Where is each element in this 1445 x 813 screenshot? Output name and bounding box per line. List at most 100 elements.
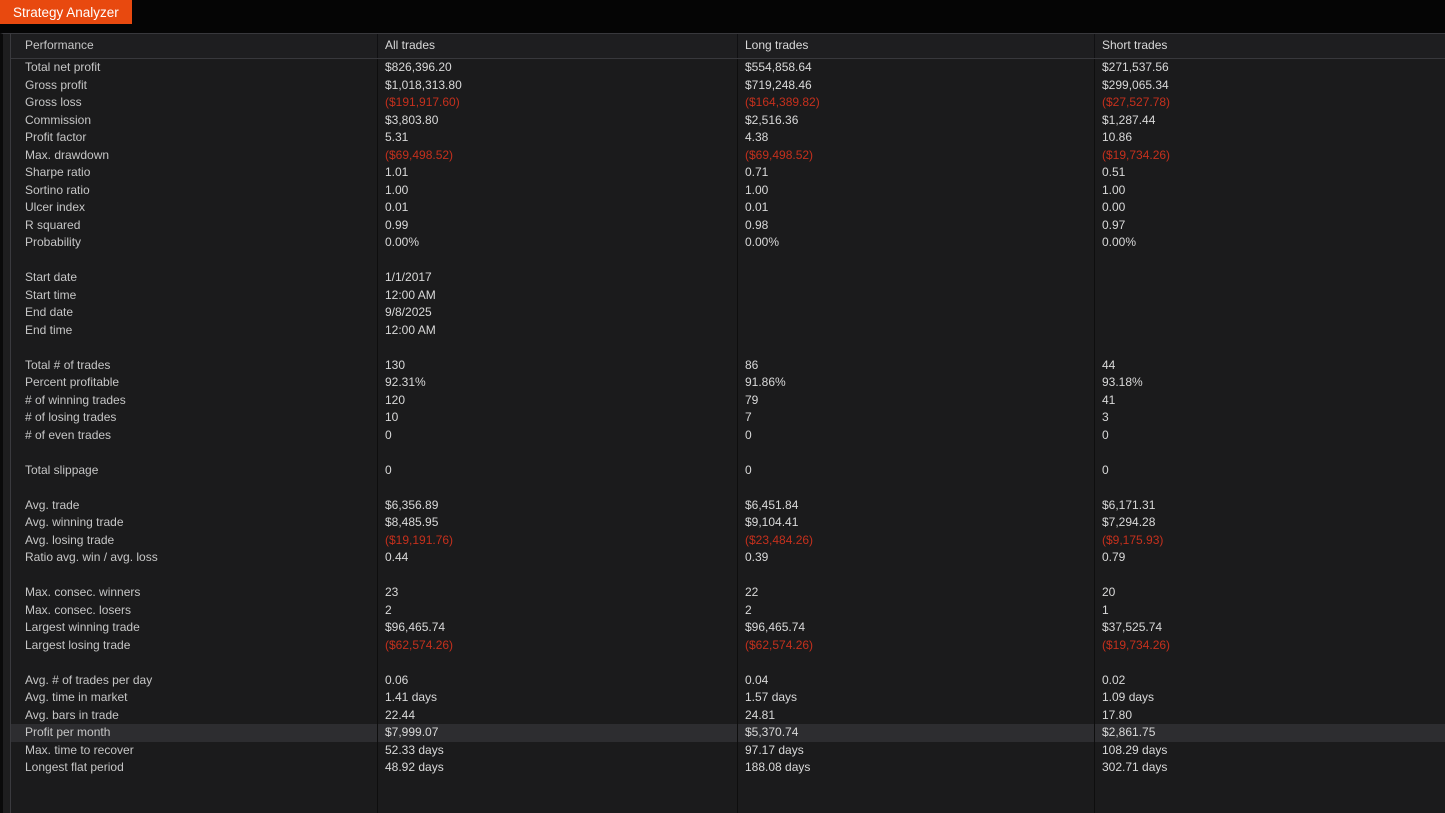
row-label: Start date bbox=[25, 270, 77, 284]
cell-all-trades-value: 12:00 AM bbox=[385, 323, 436, 337]
table-row[interactable]: Start time12:00 AM bbox=[11, 287, 1445, 305]
table-row[interactable]: Gross loss($191,917.60)($164,389.82)($27… bbox=[11, 94, 1445, 112]
row-label: Probability bbox=[25, 235, 81, 249]
cell-long-trades-value: $5,370.74 bbox=[745, 725, 798, 739]
table-row[interactable]: Avg. winning trade$8,485.95$9,104.41$7,2… bbox=[11, 514, 1445, 532]
cell-short-trades-value: ($27,527.78) bbox=[1102, 95, 1170, 109]
cell-all-trades-value: $826,396.20 bbox=[385, 60, 452, 74]
table-row[interactable]: End time 12:00 AM bbox=[11, 322, 1445, 340]
cell-long-trades-value: 24.81 bbox=[745, 708, 775, 722]
cell-short-trades-value: ($19,734.26) bbox=[1102, 148, 1170, 162]
table-row[interactable]: Sortino ratio1.001.001.00 bbox=[11, 182, 1445, 200]
cell-all-trades-value: 22.44 bbox=[385, 708, 415, 722]
cell-all-trades-value: 1.00 bbox=[385, 183, 408, 197]
table-row[interactable]: Max. drawdown($69,498.52)($69,498.52)($1… bbox=[11, 147, 1445, 165]
cell-short-trades-value: 3 bbox=[1102, 410, 1109, 424]
cell-all-trades-value: 0.01 bbox=[385, 200, 408, 214]
table-row[interactable]: Profit per month$7,999.07$5,370.74$2,861… bbox=[11, 724, 1445, 742]
row-label: # of even trades bbox=[25, 428, 111, 442]
cell-all-trades-value: 10 bbox=[385, 410, 398, 424]
tab-strategy-analyzer[interactable]: Strategy Analyzer bbox=[0, 0, 132, 24]
table-row[interactable]: Max. consec. losers221 bbox=[11, 602, 1445, 620]
table-row[interactable]: Start date 1/1/2017 bbox=[11, 269, 1445, 287]
cell-short-trades-value: $299,065.34 bbox=[1102, 78, 1169, 92]
row-label: Total net profit bbox=[25, 60, 100, 74]
cell-short-trades-value: $37,525.74 bbox=[1102, 620, 1162, 634]
table-row[interactable]: Sharpe ratio1.010.710.51 bbox=[11, 164, 1445, 182]
table-row[interactable]: # of losing trades 10 7 3 bbox=[11, 409, 1445, 427]
cell-short-trades-value: 10.86 bbox=[1102, 130, 1132, 144]
cell-long-trades-value: 1.00 bbox=[745, 183, 768, 197]
table-row[interactable]: Gross profit$1,018,313.80$719,248.46$299… bbox=[11, 77, 1445, 95]
row-label: R squared bbox=[25, 218, 80, 232]
row-label: Sharpe ratio bbox=[25, 165, 90, 179]
table-row[interactable]: Ulcer index0.010.010.00 bbox=[11, 199, 1445, 217]
window-tab-bar: Strategy Analyzer bbox=[0, 0, 1445, 24]
table-row[interactable]: Probability0.00%0.00%0.00% bbox=[11, 234, 1445, 252]
cell-all-trades-value: $96,465.74 bbox=[385, 620, 445, 634]
row-label: Ratio avg. win / avg. loss bbox=[25, 550, 158, 564]
cell-long-trades-value: $96,465.74 bbox=[745, 620, 805, 634]
table-row[interactable]: Avg. # of trades per day0.060.040.02 bbox=[11, 672, 1445, 690]
row-label: Total # of trades bbox=[25, 358, 110, 372]
table-row[interactable]: Largest winning trade$96,465.74$96,465.7… bbox=[11, 619, 1445, 637]
cell-long-trades-value: 91.86% bbox=[745, 375, 786, 389]
cell-short-trades-value: 1.09 days bbox=[1102, 690, 1154, 704]
row-label: End time bbox=[25, 323, 72, 337]
table-row[interactable]: Total slippage000 bbox=[11, 462, 1445, 480]
row-label: Ulcer index bbox=[25, 200, 85, 214]
cell-long-trades-value: 0 bbox=[745, 428, 752, 442]
cell-short-trades-value: 0 bbox=[1102, 463, 1109, 477]
performance-table: Performance All trades Long trades Short… bbox=[10, 33, 1445, 813]
table-row[interactable]: # of even trades000 bbox=[11, 427, 1445, 445]
cell-long-trades-value: 79 bbox=[745, 393, 758, 407]
header-long-trades[interactable]: Long trades bbox=[737, 34, 1094, 58]
table-row[interactable]: Ratio avg. win / avg. loss0.440.390.79 bbox=[11, 549, 1445, 567]
table-row[interactable]: Total # of trades1308644 bbox=[11, 357, 1445, 375]
table-row[interactable]: Largest losing trade($62,574.26)($62,574… bbox=[11, 637, 1445, 655]
cell-short-trades-value: 1.00 bbox=[1102, 183, 1125, 197]
cell-all-trades-value: ($62,574.26) bbox=[385, 638, 453, 652]
table-row[interactable]: Avg. time in market1.41 days1.57 days1.0… bbox=[11, 689, 1445, 707]
table-row[interactable]: Profit factor5.314.3810.86 bbox=[11, 129, 1445, 147]
header-all-trades[interactable]: All trades bbox=[377, 34, 737, 58]
cell-long-trades-value: 7 bbox=[745, 410, 752, 424]
table-row[interactable]: Avg. bars in trade22.4424.8117.80 bbox=[11, 707, 1445, 725]
row-label: # of losing trades bbox=[25, 410, 116, 424]
table-row[interactable]: Max. time to recover52.33 days97.17 days… bbox=[11, 742, 1445, 760]
table-row[interactable]: Max. consec. winners232220 bbox=[11, 584, 1445, 602]
cell-all-trades-value: 1.41 days bbox=[385, 690, 437, 704]
table-row[interactable]: Longest flat period48.92 days188.08 days… bbox=[11, 759, 1445, 777]
cell-all-trades-value: 1/1/2017 bbox=[385, 270, 432, 284]
table-header-row: Performance All trades Long trades Short… bbox=[11, 33, 1445, 59]
table-row[interactable]: End date9/8/2025 bbox=[11, 304, 1445, 322]
cell-short-trades-value: 0.00% bbox=[1102, 235, 1136, 249]
table-row[interactable]: Percent profitable92.31%91.86%93.18% bbox=[11, 374, 1445, 392]
table-row[interactable]: Total net profit$826,396.20$554,858.64$2… bbox=[11, 59, 1445, 77]
cell-all-trades-value: 120 bbox=[385, 393, 405, 407]
cell-short-trades-value: $2,861.75 bbox=[1102, 725, 1155, 739]
table-row[interactable]: Avg. losing trade($19,191.76)($23,484.26… bbox=[11, 532, 1445, 550]
row-label: Max. consec. winners bbox=[25, 585, 140, 599]
cell-short-trades-value: 0.51 bbox=[1102, 165, 1125, 179]
cell-all-trades-value: 92.31% bbox=[385, 374, 429, 392]
cell-long-trades-value: ($62,574.26) bbox=[745, 638, 813, 652]
cell-short-trades-value: 0 bbox=[1102, 428, 1109, 442]
cell-all-trades-value: $3,803.80 bbox=[385, 113, 438, 127]
cell-long-trades-value: $9,104.41 bbox=[745, 515, 798, 529]
table-row[interactable]: Avg. trade$6,356.89$6,451.84$6,171.31 bbox=[11, 497, 1445, 515]
cell-long-trades-value: 188.08 days bbox=[745, 760, 810, 774]
cell-long-trades-value: 2 bbox=[745, 603, 752, 617]
table-row[interactable]: R squared0.990.980.97 bbox=[11, 217, 1445, 235]
row-label: Profit factor bbox=[25, 130, 86, 144]
header-performance[interactable]: Performance bbox=[11, 34, 377, 58]
table-row[interactable]: Commission$3,803.80$2,516.36$1,287.44 bbox=[11, 112, 1445, 130]
cell-long-trades-value: $2,516.36 bbox=[745, 113, 798, 127]
cell-short-trades-value: $7,294.28 bbox=[1102, 515, 1155, 529]
table-row[interactable]: # of winning trades1207941 bbox=[11, 392, 1445, 410]
table-spacer-row bbox=[11, 654, 1445, 672]
row-label: Gross loss bbox=[25, 95, 82, 109]
header-short-trades[interactable]: Short trades bbox=[1094, 34, 1445, 58]
cell-all-trades-value: 23 bbox=[385, 585, 398, 599]
cell-short-trades-value: 0.00 bbox=[1102, 200, 1125, 214]
